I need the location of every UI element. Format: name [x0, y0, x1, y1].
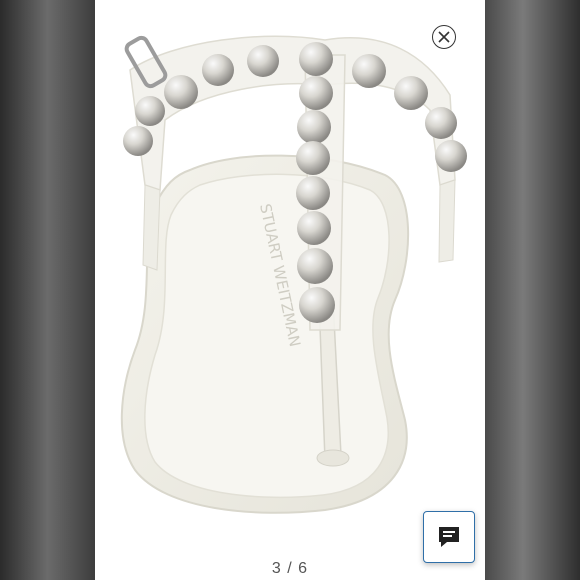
image-counter: 3 / 6: [271, 560, 309, 577]
blurred-background-left: [0, 0, 95, 580]
close-button[interactable]: [432, 25, 456, 49]
product-image: STUART WEITZMAN: [95, 0, 485, 548]
chat-button[interactable]: [423, 511, 475, 563]
image-viewer: STUART WEITZMAN 3 / 6: [95, 0, 485, 580]
chat-icon: [439, 527, 459, 547]
close-icon: [438, 31, 450, 43]
blurred-background-right: [485, 0, 580, 580]
